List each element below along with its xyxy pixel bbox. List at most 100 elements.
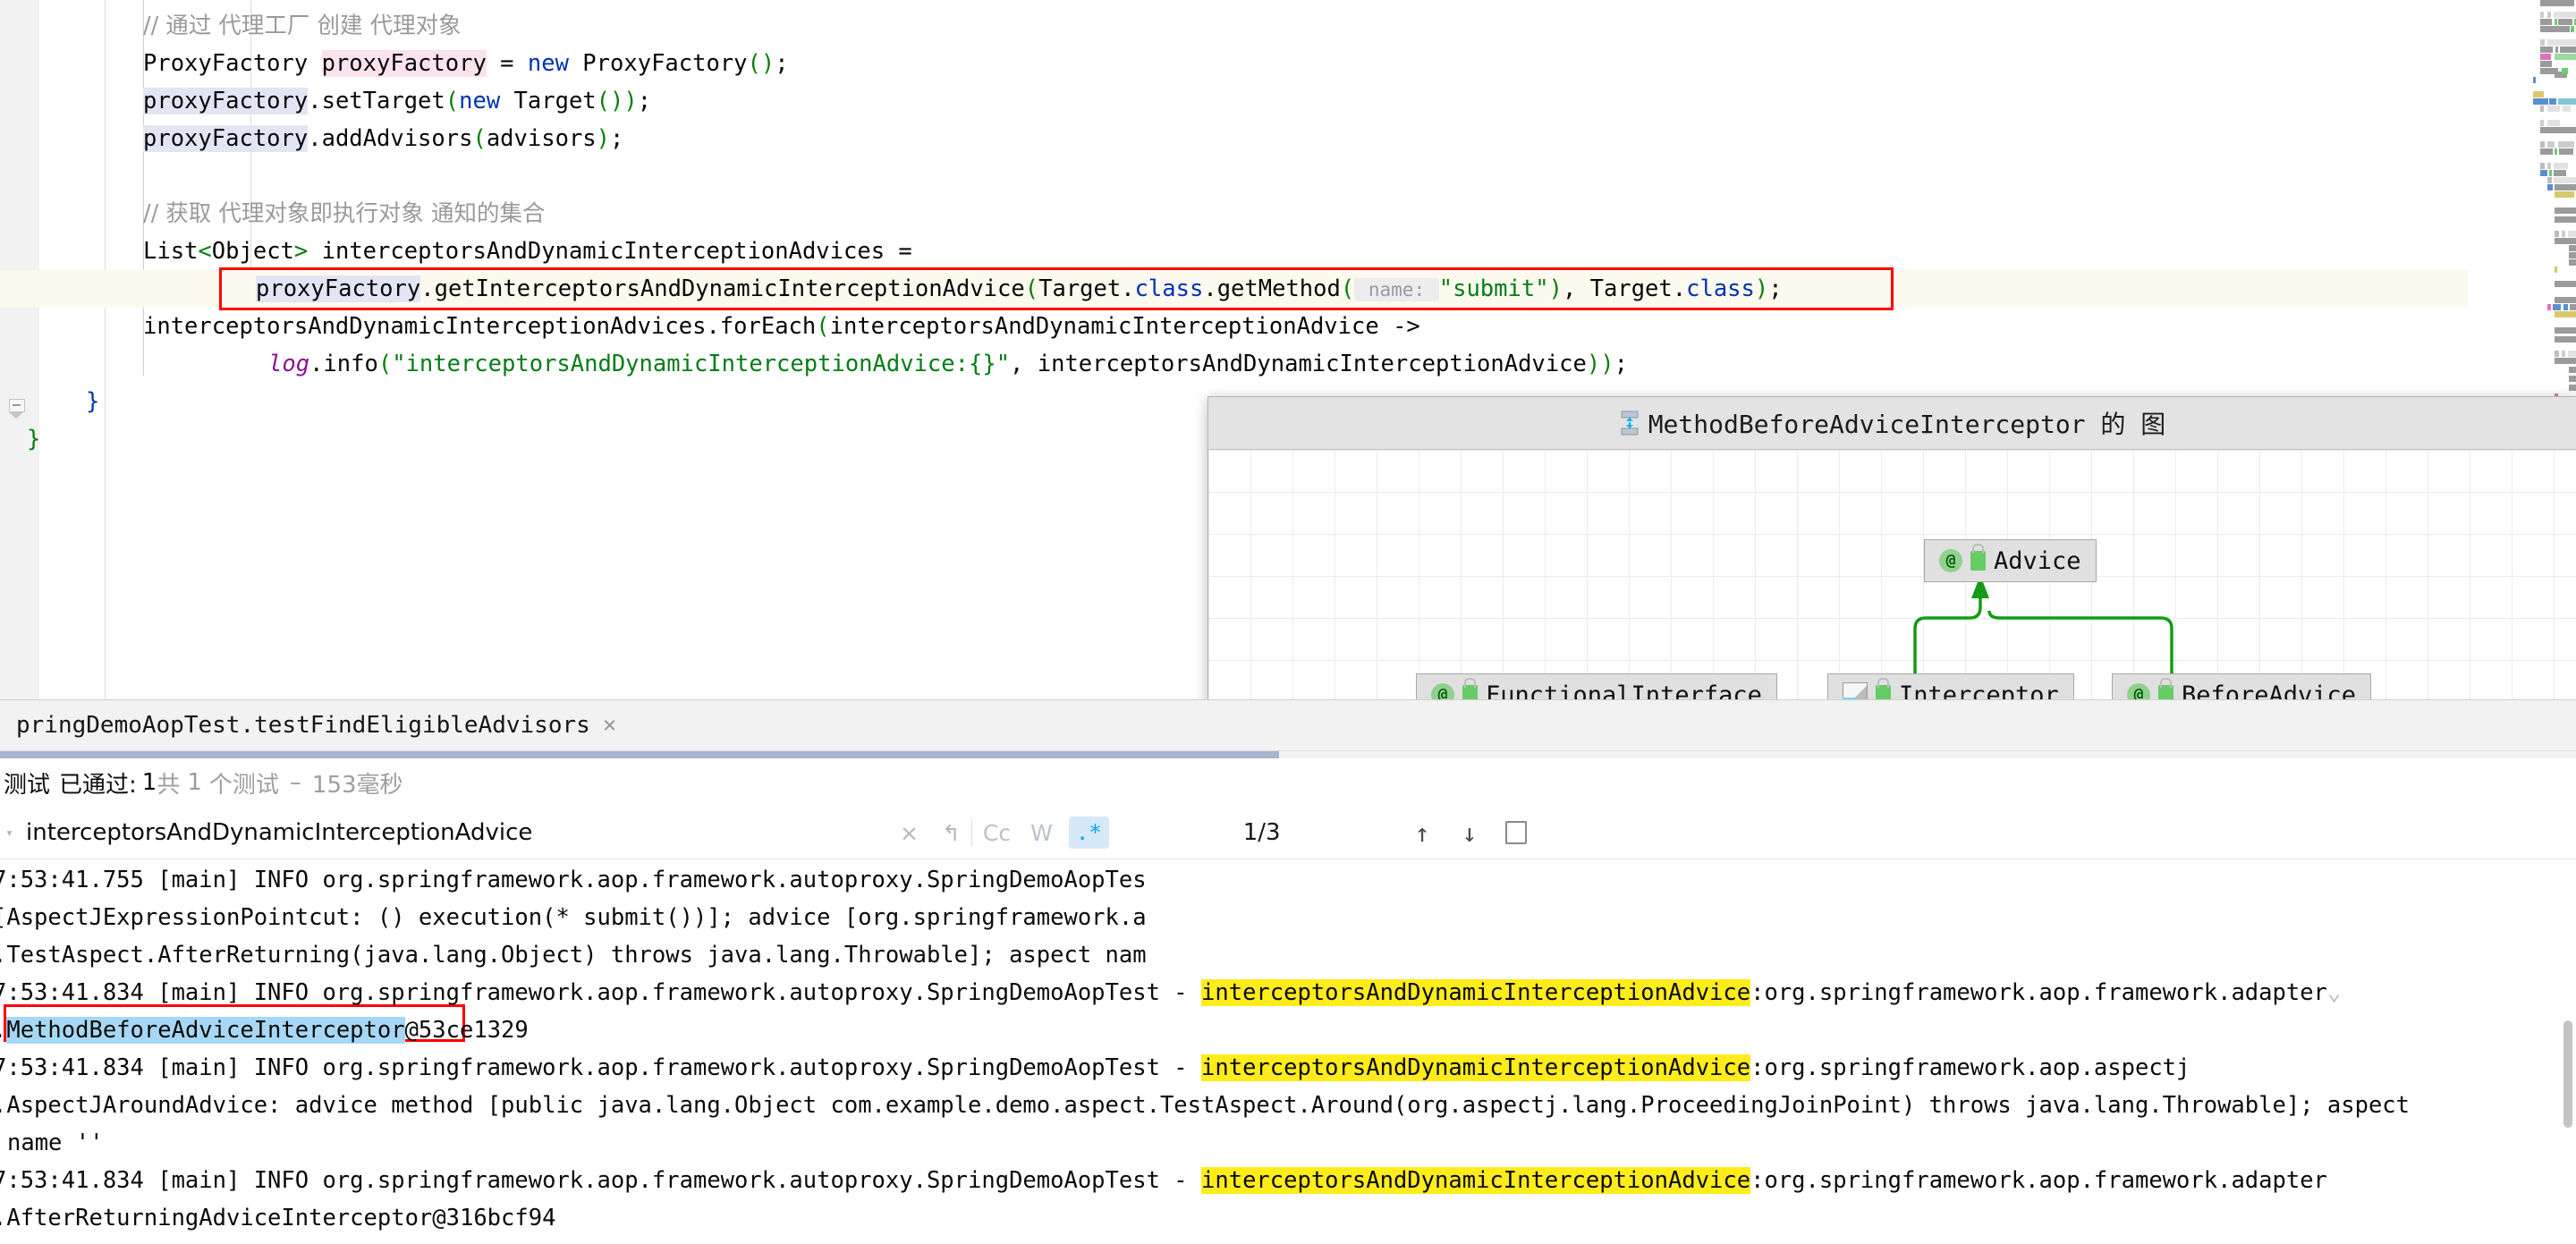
code-token: .addAdvisors [308, 125, 473, 152]
minimap-row [2540, 61, 2552, 67]
console-line: 7:53:41.834 [main] INFO org.springframew… [0, 1162, 2327, 1199]
minimap-row [2549, 170, 2552, 176]
minimap-row [2555, 311, 2576, 317]
console-token: .AfterReturningAdviceInterceptor@316bcf9… [0, 1205, 556, 1231]
minimap-row [2569, 376, 2576, 382]
console-line: 7:53:41.755 [main] INFO org.springframew… [0, 861, 1147, 899]
code-token: () [596, 88, 624, 114]
console-token: interceptorsAndDynamicInterceptionAdvice [1201, 1167, 1751, 1194]
code-token: interceptorsAndDynamicInterceptionAdvice… [143, 313, 817, 340]
minimap-row [2547, 141, 2555, 148]
minimap-row [2569, 245, 2576, 251]
test-tests-label: 个测试 [208, 771, 279, 799]
minimap-row [2555, 358, 2576, 364]
code-token: = [486, 50, 528, 77]
test-dash: – [289, 769, 301, 796]
console-search-bar[interactable]: ▾ interceptorsAndDynamicInterceptionAdvi… [0, 807, 2576, 859]
code-token: < [198, 238, 212, 265]
code-token: Object [211, 238, 294, 265]
code-token: ( [377, 351, 393, 377]
minimap-row [2547, 304, 2551, 310]
diagram-node-advice[interactable]: @ Advice [1924, 539, 2097, 582]
test-status-prefix: 测试 [4, 771, 51, 799]
test-tab-bar[interactable]: pringDemoAopTest.testFindEligibleAdvisor… [0, 700, 2576, 751]
minimap-row [2540, 19, 2552, 25]
code-line: } [0, 420, 40, 458]
search-clear-icon[interactable]: × [900, 820, 919, 846]
test-run-panel[interactable]: pringDemoAopTest.testFindEligibleAdvisor… [0, 699, 2576, 1244]
console-token: 7:53:41.834 [main] INFO org.springframew… [0, 1167, 1202, 1194]
code-token: , interceptorsAndDynamicInterceptionAdvi… [1010, 351, 1587, 377]
console-scrollbar-thumb[interactable] [2563, 1020, 2572, 1128]
console-token: 7:53:41.834 [main] INFO org.springframew… [0, 979, 1202, 1006]
search-input-wrapper[interactable]: ▾ interceptorsAndDynamicInterceptionAdvi… [0, 807, 900, 859]
test-tab-label: pringDemoAopTest.testFindEligibleAdvisor… [16, 712, 590, 739]
code-token: proxyFactory [143, 125, 309, 152]
code-token: "interceptorsAndDynamicInterceptionAdvic… [392, 351, 1011, 377]
minimap-row [2562, 351, 2565, 357]
code-token: ) [1600, 351, 1614, 377]
match-case-icon[interactable]: Cc [983, 820, 1011, 846]
test-total-count: 1 [187, 769, 202, 796]
console-token: ⌄ [2326, 979, 2342, 1006]
search-prev-icon[interactable]: ↑ [1415, 818, 1430, 848]
minimap-row [2555, 216, 2576, 223]
console-token: .TestAspect.AfterReturning(java.lang.Obj… [0, 942, 1147, 969]
code-token: advisors [486, 125, 597, 152]
minimap-row [2569, 385, 2576, 391]
minimap-row [2554, 170, 2566, 176]
console-line: 7:53:41.834 [main] INFO org.springframew… [0, 974, 2341, 1011]
code-line: log.info("interceptorsAndDynamicIntercep… [0, 345, 1628, 383]
search-next-icon[interactable]: ↓ [1462, 818, 1477, 848]
test-progress-bar [0, 751, 2576, 758]
test-tab[interactable]: pringDemoAopTest.testFindEligibleAdvisor… [0, 700, 632, 750]
minimap-row [2555, 148, 2557, 155]
console-line: .AfterReturningAdviceInterceptor@316bcf9… [0, 1199, 555, 1237]
minimap-row [2547, 39, 2576, 46]
minimap-row [2540, 12, 2544, 18]
whole-words-icon[interactable]: W [1030, 820, 1053, 846]
code-token: proxyFactory [143, 88, 309, 114]
ide-window: // 通过 代理工厂 创建 代理对象 ProxyFactory proxyFact… [0, 0, 2576, 1244]
select-all-occurrences-icon[interactable] [1505, 821, 1528, 844]
close-icon[interactable]: × [603, 712, 617, 739]
code-line: interceptorsAndDynamicInterceptionAdvice… [0, 308, 1420, 345]
test-passed-count: 1 [141, 769, 157, 796]
minimap-row [2555, 54, 2576, 60]
minimap-row [2547, 106, 2560, 112]
minimap-row [2555, 184, 2576, 190]
code-token: ; [610, 125, 624, 152]
search-input[interactable]: interceptorsAndDynamicInterceptionAdvice [26, 819, 532, 846]
console-token: name '' [7, 1130, 104, 1156]
minimap-row [2540, 106, 2544, 112]
minimap-row [2533, 91, 2544, 97]
minimap-row [2555, 207, 2576, 214]
minimap-row [2549, 98, 2556, 105]
code-token: ProxyFactory [568, 50, 748, 77]
test-of-label: 共 [157, 771, 181, 799]
minimap-row [2562, 68, 2568, 74]
minimap-row [2555, 336, 2576, 343]
search-history-icon[interactable]: ↰ [942, 820, 961, 846]
minimap-row [2547, 177, 2552, 183]
divider [970, 819, 972, 846]
minimap-row [2540, 39, 2545, 46]
console-token: ce1329 [445, 1017, 529, 1044]
minimap-row [2555, 191, 2574, 198]
console-token: :org.springframework.aop.aspectj [1750, 1054, 2190, 1081]
diagram-icon [1620, 410, 1640, 436]
chevron-down-icon[interactable]: ▾ [5, 825, 13, 841]
code-token: ) [1586, 351, 1601, 377]
code-annotation-box [219, 267, 1894, 310]
code-token: ProxyFactory [143, 50, 322, 77]
minimap-row [2540, 127, 2576, 133]
regex-icon[interactable]: .* [1068, 817, 1109, 849]
minimap-row [2533, 98, 2548, 105]
minimap-row [2559, 148, 2573, 155]
console-output[interactable]: 7:53:41.755 [main] INFO org.springframew… [0, 859, 2576, 1244]
code-line: proxyFactory.addAdvisors(advisors); [0, 120, 623, 157]
code-line: proxyFactory.setTarget(new Target()); [0, 82, 651, 120]
console-token: .AspectJAroundAdvice: advice method [pub… [0, 1092, 2411, 1119]
minimap-row [2555, 238, 2576, 244]
code-token: proxyFactory [321, 50, 487, 77]
